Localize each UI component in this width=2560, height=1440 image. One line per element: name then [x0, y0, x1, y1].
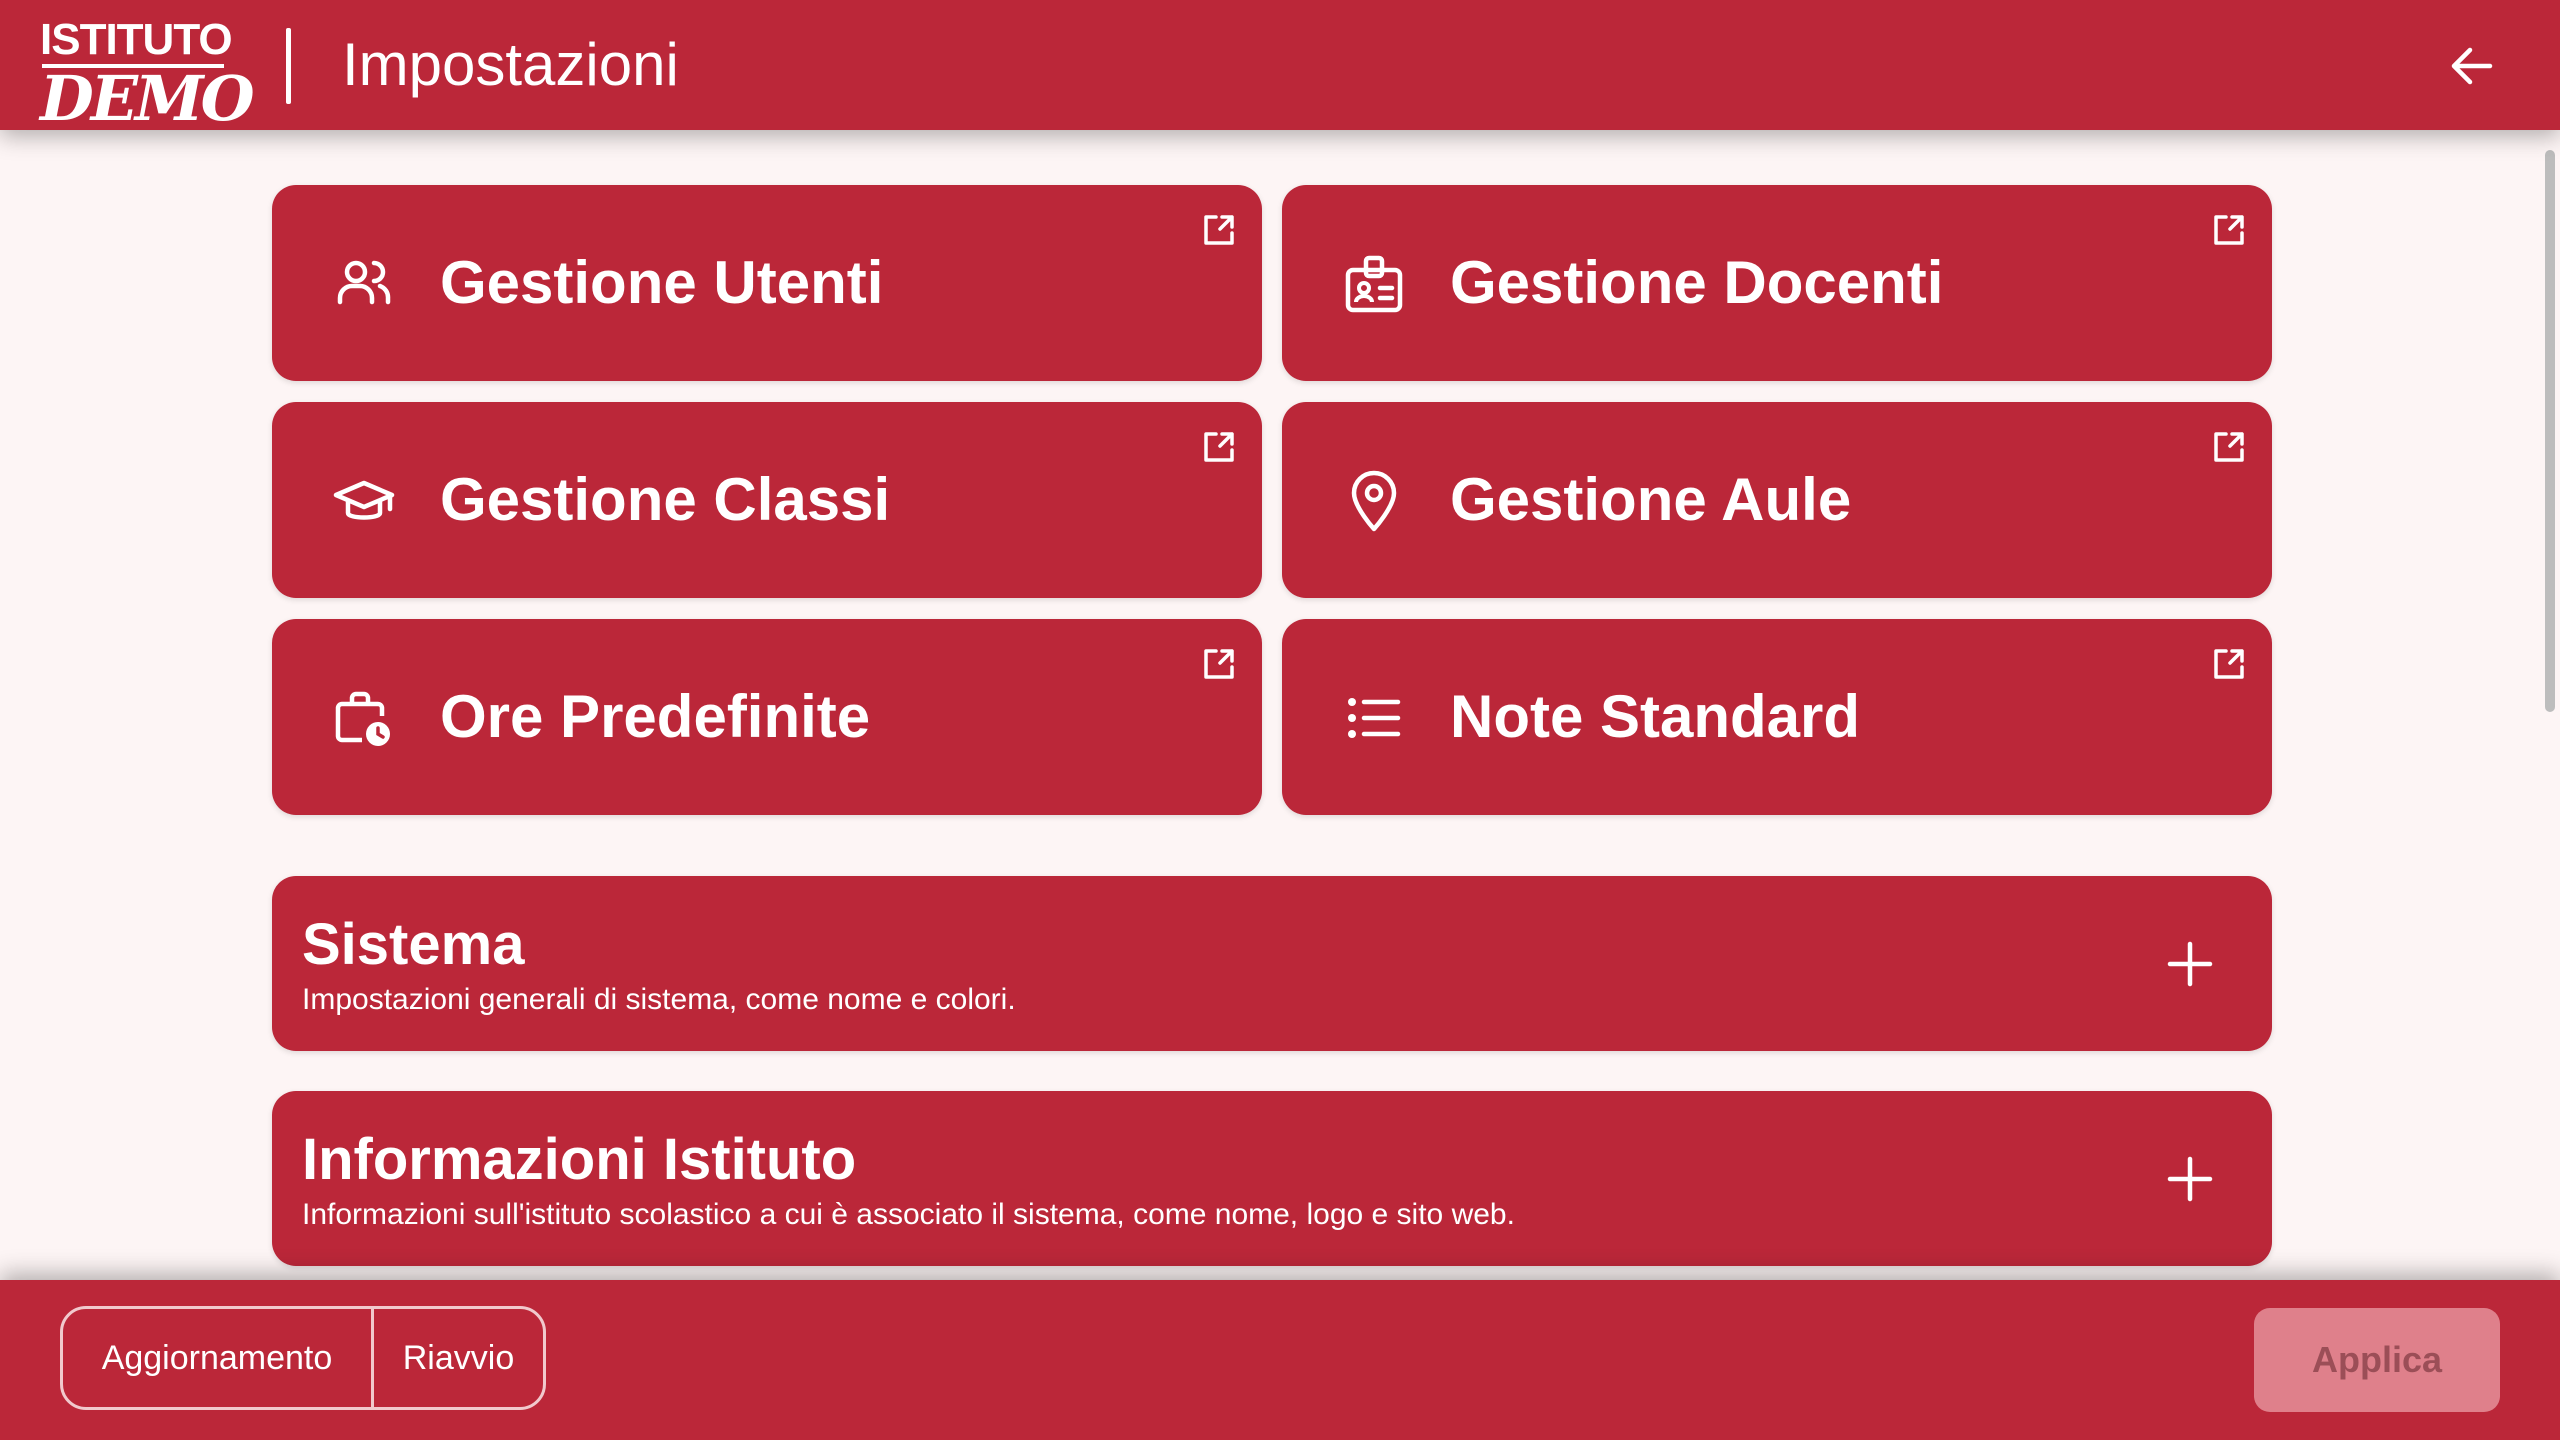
tile-gestione-utenti[interactable]: Gestione Utenti — [272, 185, 1262, 381]
tile-label: Gestione Docenti — [1450, 249, 1944, 316]
external-link-icon — [2214, 215, 2244, 245]
external-link-icon — [1204, 215, 1234, 245]
id-badge-icon — [1345, 255, 1403, 313]
system-button-group: Aggiornamento Riavvio — [60, 1306, 546, 1410]
briefcase-clock-icon — [335, 691, 390, 746]
tile-ore-predefinite[interactable]: Ore Predefinite — [272, 619, 1262, 815]
tile-label: Gestione Aule — [1450, 466, 1852, 533]
section-title: Informazioni Istituto — [302, 1127, 857, 1192]
scrollbar-thumb[interactable] — [2545, 150, 2555, 712]
section-sistema[interactable]: Sistema Impostazioni generali di sistema… — [272, 876, 2272, 1051]
update-button[interactable]: Aggiornamento — [63, 1309, 371, 1407]
tile-gestione-docenti[interactable]: Gestione Docenti — [1282, 185, 2272, 381]
external-link-icon — [1204, 432, 1234, 462]
tile-gestione-classi[interactable]: Gestione Classi — [272, 402, 1262, 598]
section-description: Informazioni sull'istituto scolastico a … — [302, 1198, 1515, 1231]
map-pin-icon — [1351, 470, 1397, 532]
bottom-action-bar: Aggiornamento Riavvio Applica — [0, 1280, 2560, 1440]
back-button[interactable] — [2446, 40, 2498, 92]
tile-gestione-aule[interactable]: Gestione Aule — [1282, 402, 2272, 598]
section-informazioni-istituto[interactable]: Informazioni Istituto Informazioni sull'… — [272, 1091, 2272, 1266]
section-title: Sistema — [302, 912, 525, 977]
list-icon — [1348, 698, 1401, 738]
restart-button[interactable]: Riavvio — [371, 1309, 543, 1407]
arrow-left-icon — [2451, 47, 2493, 85]
graduation-cap-icon — [333, 480, 395, 520]
logo-bottom-text: DEMO — [40, 62, 255, 135]
logo-top-text: ISTITUTO — [40, 15, 233, 64]
section-description: Impostazioni generali di sistema, come n… — [302, 983, 1016, 1016]
users-icon — [337, 260, 391, 305]
school-logo: ISTITUTO DEMO — [40, 15, 255, 132]
plus-icon[interactable] — [2160, 1149, 2220, 1209]
external-link-icon — [1204, 649, 1234, 679]
tile-label: Note Standard — [1450, 683, 1861, 750]
page-title: Impostazioni — [342, 31, 679, 98]
external-link-icon — [2214, 432, 2244, 462]
tile-label: Gestione Utenti — [440, 249, 884, 316]
plus-icon[interactable] — [2160, 934, 2220, 994]
apply-button[interactable]: Applica — [2254, 1308, 2500, 1412]
top-app-bar: ISTITUTO DEMO Impostazioni — [0, 0, 2560, 132]
title-separator — [286, 28, 291, 104]
tile-label: Ore Predefinite — [440, 683, 871, 750]
external-link-icon — [2214, 649, 2244, 679]
tile-label: Gestione Classi — [440, 466, 891, 533]
tile-note-standard[interactable]: Note Standard — [1282, 619, 2272, 815]
